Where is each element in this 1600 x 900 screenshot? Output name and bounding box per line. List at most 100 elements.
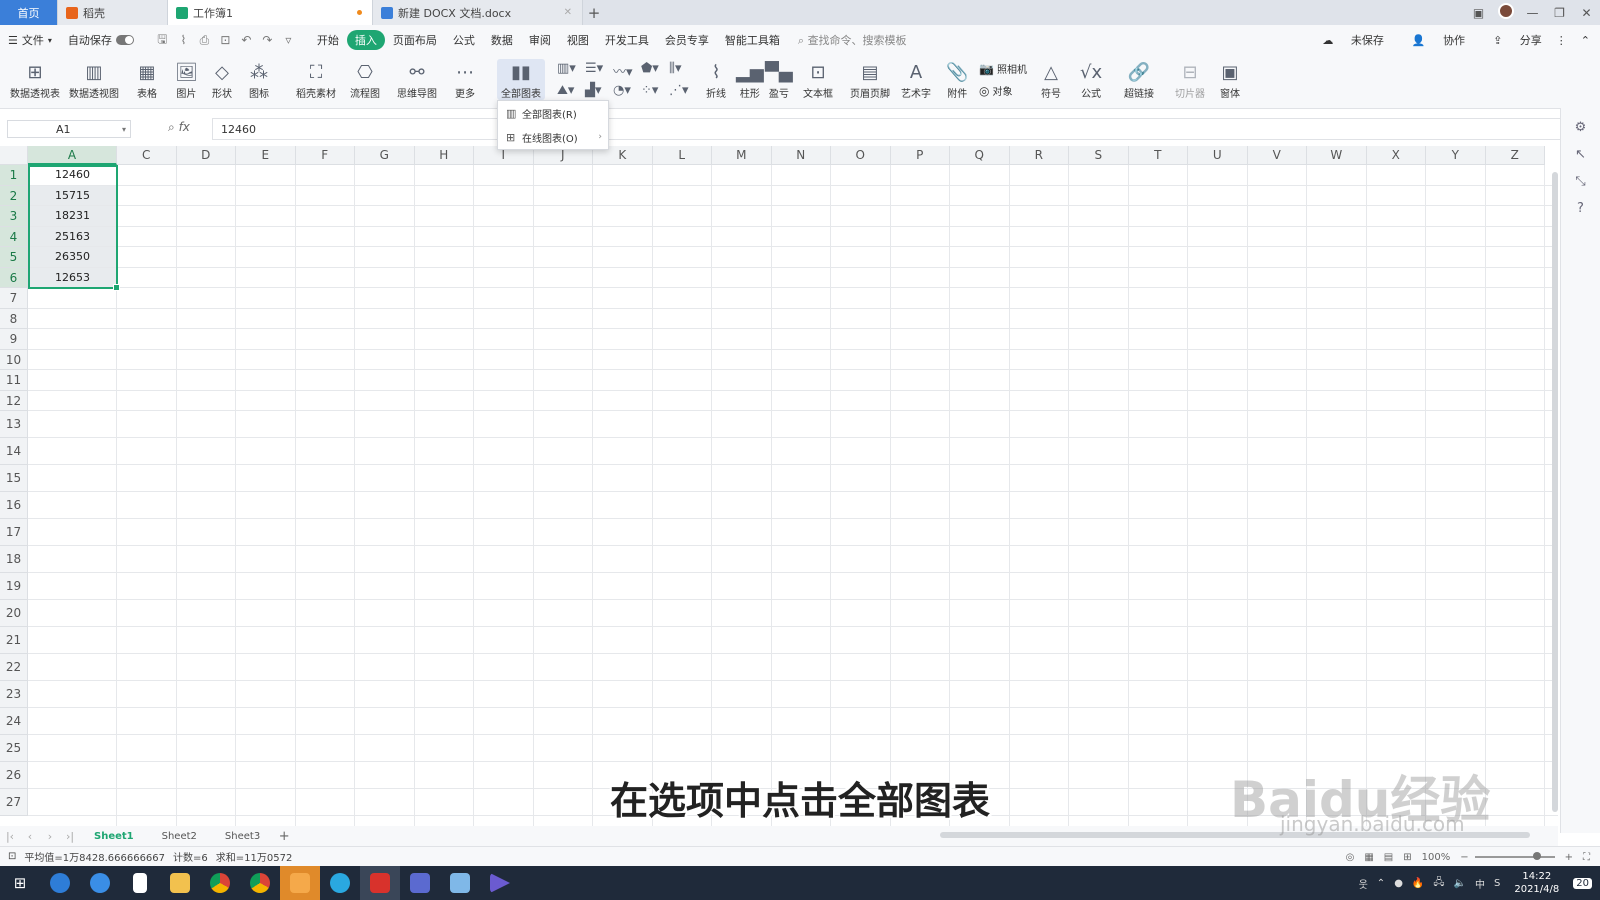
unsaved-button[interactable]: ☁ 未保存	[1308, 32, 1384, 48]
taskbar-app-notes[interactable]	[440, 866, 480, 900]
row-header-9[interactable]: 9	[0, 329, 28, 350]
sheet-tab-3[interactable]: Sheet3	[211, 831, 274, 842]
person-icon[interactable]: 웃	[1359, 876, 1368, 891]
collapse-ribbon-icon[interactable]: ⌃	[1581, 34, 1590, 47]
menu-view[interactable]: 视图	[559, 30, 597, 50]
row-header-3[interactable]: 3	[0, 206, 28, 227]
column-header-o[interactable]: O	[831, 146, 891, 165]
row-header-2[interactable]: 2	[0, 185, 28, 206]
hyperlink-button[interactable]: 🔗 超链接	[1124, 59, 1154, 101]
eye-protect-icon[interactable]: ◎	[1346, 852, 1355, 863]
header-footer-button[interactable]: ▤ 页眉页脚	[850, 59, 890, 101]
customize-icon[interactable]: ▿	[278, 33, 299, 47]
row-header-15[interactable]: 15	[0, 465, 28, 492]
redo-icon[interactable]: ↷	[257, 33, 278, 47]
ime-indicator[interactable]: 中	[1475, 876, 1485, 891]
taskbar-chrome-1[interactable]	[200, 866, 240, 900]
dropdown-all-charts[interactable]: ▥ 全部图表(R)	[498, 101, 608, 125]
tab-doc[interactable]: 新建 DOCX 文档.docx ✕	[373, 0, 583, 25]
column-header-a[interactable]: A	[28, 146, 117, 165]
picture-button[interactable]: 🖼 图片	[175, 59, 198, 101]
volume-icon[interactable]: 🔈	[1454, 878, 1466, 889]
column-header-z[interactable]: Z	[1485, 146, 1545, 165]
collab-button[interactable]: 👤 协作	[1398, 32, 1465, 48]
column-header-w[interactable]: W	[1307, 146, 1367, 165]
notification-badge[interactable]: 20	[1573, 877, 1592, 889]
column-header-p[interactable]: P	[890, 146, 950, 165]
network-icon[interactable]: 🖧	[1433, 875, 1444, 892]
tab-rice[interactable]: 稻壳	[58, 0, 168, 25]
page-break-icon[interactable]: ⊞	[1403, 852, 1411, 863]
rice-material-button[interactable]: ⛶ 稻壳素材	[296, 59, 336, 101]
object-button[interactable]: ◎ 对象	[979, 83, 1012, 99]
row-header-1[interactable]: 1	[0, 165, 28, 186]
column-header-g[interactable]: G	[355, 146, 415, 165]
other-chart-icon[interactable]: ⋰▾	[669, 83, 689, 98]
column-header-m[interactable]: M	[712, 146, 772, 165]
column-header-s[interactable]: S	[1069, 146, 1129, 165]
row-header-12[interactable]: 12	[0, 390, 28, 411]
menu-start[interactable]: 开始	[309, 30, 347, 50]
column-header-c[interactable]: C	[117, 146, 177, 165]
new-tab-button[interactable]: +	[583, 0, 605, 25]
sparkline-line-button[interactable]: ⌇ 折线	[706, 59, 726, 101]
column-header-u[interactable]: U	[1188, 146, 1248, 165]
row-header-8[interactable]: 8	[0, 308, 28, 329]
row-header-13[interactable]: 13	[0, 411, 28, 438]
map-chart-icon[interactable]: ⬟▾	[641, 61, 659, 76]
taskbar-app-2[interactable]	[80, 866, 120, 900]
last-sheet-icon[interactable]: ›|	[60, 830, 80, 843]
row-header-24[interactable]: 24	[0, 708, 28, 735]
cell-a2[interactable]: 15715	[28, 185, 117, 206]
tray-app-icon[interactable]: ●	[1394, 878, 1403, 889]
textbox-button[interactable]: ⊡ 文本框	[803, 59, 833, 101]
cell-a1[interactable]: 12460	[28, 165, 117, 186]
menu-smart-tools[interactable]: 智能工具箱	[717, 30, 788, 50]
next-sheet-icon[interactable]: ›	[40, 830, 60, 843]
undo-icon[interactable]: ↶	[236, 33, 257, 47]
menu-member[interactable]: 会员专享	[657, 30, 717, 50]
taskbar-explorer[interactable]	[160, 866, 200, 900]
vertical-scrollbar[interactable]	[1552, 162, 1558, 812]
page-layout-icon[interactable]: ▤	[1384, 852, 1393, 863]
menu-formula[interactable]: 公式	[445, 30, 483, 50]
close-window-icon[interactable]: ✕	[1573, 6, 1600, 20]
resize-icon[interactable]: ⤡	[1561, 174, 1600, 189]
autosave-toggle[interactable]: 自动保存	[60, 30, 142, 50]
minimize-icon[interactable]: —	[1519, 6, 1546, 20]
slicer-button[interactable]: ⊟ 切片器	[1175, 59, 1205, 101]
window-form-button[interactable]: ▣ 窗体	[1220, 59, 1240, 101]
add-sheet-icon[interactable]: +	[274, 829, 294, 844]
spreadsheet-grid[interactable]: A C D E F G H I J K L M N O P Q R S T U V W X Y Z 1 12460 2 15715 3 18…	[0, 146, 1558, 826]
fx-icon[interactable]: fx	[179, 120, 190, 134]
column-header-n[interactable]: N	[771, 146, 831, 165]
column-header-y[interactable]: Y	[1426, 146, 1486, 165]
print-icon[interactable]: ⎙	[194, 33, 215, 48]
prev-sheet-icon[interactable]: ‹	[20, 830, 40, 843]
row-header-23[interactable]: 23	[0, 681, 28, 708]
attachment-button[interactable]: 📎 附件	[946, 59, 968, 101]
menu-review[interactable]: 审阅	[521, 30, 559, 50]
file-menu[interactable]: ☰ 文件 ▾	[0, 30, 60, 50]
column-chart-icon[interactable]: ▥▾	[557, 61, 576, 76]
pie-chart-icon[interactable]: ◔▾	[613, 83, 631, 98]
row-header-16[interactable]: 16	[0, 492, 28, 519]
taskbar-app-3[interactable]	[120, 866, 160, 900]
column-header-v[interactable]: V	[1247, 146, 1307, 165]
column-header-h[interactable]: H	[414, 146, 474, 165]
sheet-tab-2[interactable]: Sheet2	[148, 831, 211, 842]
row-header-5[interactable]: 5	[0, 247, 28, 268]
zoom-out-icon[interactable]: −	[1460, 852, 1468, 863]
fire-icon[interactable]: 🔥	[1412, 878, 1424, 889]
zoom-icon[interactable]: ⌕	[168, 120, 175, 134]
bar-chart-horizontal-icon[interactable]: ☰▾	[585, 61, 603, 76]
tab-home[interactable]: 首页	[0, 0, 58, 25]
cell-a6[interactable]: 12653	[28, 267, 117, 288]
zoom-in-icon[interactable]: +	[1565, 852, 1573, 863]
row-header-6[interactable]: 6	[0, 267, 28, 288]
sogou-tray-icon[interactable]: S	[1494, 878, 1500, 889]
mindmap-button[interactable]: ⚯ 思维导图	[397, 59, 437, 101]
help-icon[interactable]: ?	[1561, 201, 1600, 216]
column-header-q[interactable]: Q	[950, 146, 1010, 165]
all-charts-button[interactable]: ▮▮ 全部图表	[497, 59, 545, 100]
